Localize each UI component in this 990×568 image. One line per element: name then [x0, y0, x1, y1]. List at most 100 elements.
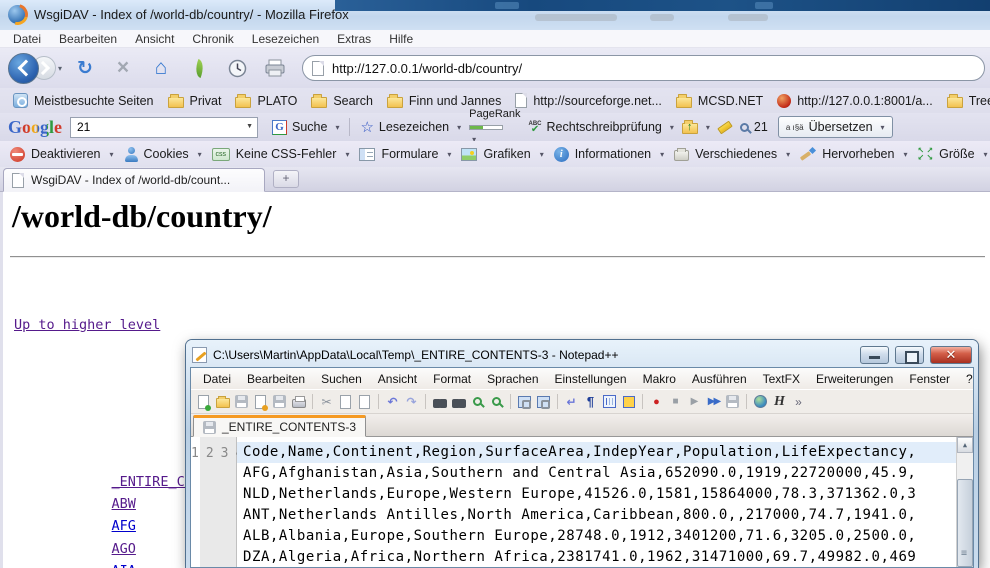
save-all-icon[interactable] [271, 393, 288, 410]
maximize-button[interactable] [895, 346, 924, 364]
menu-item[interactable]: Ansicht [370, 372, 425, 386]
firefox-titlebar[interactable]: WsgiDAV - Index of /world-db/country/ - … [0, 0, 990, 30]
translate-button[interactable]: Übersetzen [778, 116, 893, 138]
menu-item[interactable]: Datei [195, 372, 239, 386]
entry-link[interactable]: AFG [112, 518, 136, 534]
up-link[interactable]: Up to higher level [14, 317, 160, 333]
menu-item[interactable]: Makro [635, 372, 684, 386]
zoom-in-icon[interactable] [469, 393, 486, 410]
dev-css-menu[interactable]: Keine CSS-Fehler [207, 145, 355, 163]
url-text[interactable]: http://127.0.0.1/world-db/country/ [332, 61, 522, 76]
stop-button[interactable]: × [110, 56, 136, 80]
dev-resize-menu[interactable]: Größe [912, 145, 990, 163]
dev-images-menu[interactable]: Grafiken [456, 145, 548, 163]
theme-leaf-icon[interactable] [186, 60, 212, 77]
stop-macro-icon[interactable]: ■ [667, 393, 684, 410]
google-search-button[interactable]: GSuche [268, 118, 343, 137]
send-to-button[interactable] [678, 118, 714, 136]
html-preview-icon[interactable]: H [771, 393, 788, 410]
menu-item[interactable]: Lesezeichen [243, 32, 328, 46]
bookmark-item[interactable]: Search [304, 92, 380, 110]
paste-icon[interactable] [356, 393, 373, 410]
close-button[interactable] [930, 346, 972, 364]
google-bookmarks-button[interactable]: ☆Lesezeichen [356, 116, 465, 138]
bookmark-item[interactable]: MCSD.NET [669, 92, 770, 110]
browser-preview-icon[interactable] [752, 393, 769, 410]
sync-horizontal-icon[interactable] [535, 393, 552, 410]
show-symbols-icon[interactable]: ¶ [582, 393, 599, 410]
highlight-button[interactable] [714, 122, 736, 133]
print-icon[interactable] [290, 393, 307, 410]
menu-item[interactable]: Ausführen [684, 372, 755, 386]
entry-link[interactable]: ABW [112, 496, 136, 512]
dev-disable-menu[interactable]: Deaktivieren [5, 145, 119, 164]
dev-outline-menu[interactable]: Hervorheben [795, 145, 912, 164]
google-search-box[interactable] [70, 117, 258, 138]
open-file-icon[interactable] [214, 393, 231, 410]
replace-icon[interactable] [450, 393, 467, 410]
code-area[interactable]: Code,Name,Continent,Region,SurfaceArea,I… [237, 437, 956, 567]
entry-link[interactable]: AGO [112, 541, 136, 557]
undo-icon[interactable]: ↶ [384, 393, 401, 410]
menu-item[interactable]: Datei [4, 32, 50, 46]
minimize-button[interactable] [860, 346, 889, 364]
notepad-editor[interactable]: 123456 Code,Name,Continent,Region,Surfac… [191, 437, 973, 567]
menu-item[interactable]: Ansicht [126, 32, 183, 46]
dev-miscellaneous-menu[interactable]: Verschiedenes [669, 145, 795, 163]
play-macro-icon[interactable]: ▶ [686, 393, 703, 410]
redo-icon[interactable]: ↷ [403, 393, 420, 410]
bookmark-item[interactable]: http://127.0.0.1:8001/a... [770, 92, 940, 110]
menu-item[interactable]: Format [425, 372, 479, 386]
entry-link[interactable]: AIA [112, 563, 136, 568]
menu-item[interactable]: Einstellungen [547, 372, 635, 386]
url-bar[interactable]: http://127.0.0.1/world-db/country/ [302, 55, 985, 81]
zoom-out-icon[interactable] [488, 393, 505, 410]
sync-vertical-icon[interactable] [516, 393, 533, 410]
notepad-titlebar[interactable]: C:\Users\Martin\AppData\Local\Temp\_ENTI… [190, 343, 974, 367]
run-macro-multi-icon[interactable]: ▶▶ [705, 393, 722, 410]
menu-item[interactable]: Suchen [313, 372, 370, 386]
history-clock-button[interactable] [224, 59, 250, 78]
dev-information-menu[interactable]: Informationen [549, 145, 669, 164]
copy-icon[interactable] [337, 393, 354, 410]
bookmark-item[interactable]: PLATO [228, 92, 304, 110]
menu-item[interactable]: Hilfe [380, 32, 422, 46]
home-button[interactable]: ⌂ [148, 56, 174, 80]
indent-guide-icon[interactable] [601, 393, 618, 410]
record-macro-icon[interactable]: ● [648, 393, 665, 410]
menu-item[interactable]: Bearbeiten [50, 32, 126, 46]
menu-item[interactable]: ? [958, 372, 974, 386]
menu-item[interactable]: Bearbeiten [239, 372, 313, 386]
print-button[interactable] [262, 59, 288, 77]
spellcheck-button[interactable]: ABC✔Rechtschreibprüfung [525, 118, 678, 136]
history-dropdown-icon[interactable]: ▾ [58, 64, 62, 73]
menu-item[interactable]: Sprachen [479, 372, 546, 386]
google-search-input[interactable] [70, 117, 258, 138]
word-find-button[interactable]: 21 [736, 118, 772, 136]
back-button[interactable] [8, 53, 39, 84]
bookmark-item[interactable]: http://sourceforge.net... [508, 91, 669, 110]
new-file-icon[interactable] [195, 393, 212, 410]
toolbar-overflow-chevron[interactable]: » [790, 393, 807, 410]
save-icon[interactable] [233, 393, 250, 410]
menu-item[interactable]: TextFX [755, 372, 808, 386]
cut-icon[interactable]: ✂ [318, 393, 335, 410]
find-icon[interactable] [431, 393, 448, 410]
save-macro-icon[interactable] [724, 393, 741, 410]
word-wrap-icon[interactable]: ↵ [563, 393, 580, 410]
dev-cookies-menu[interactable]: Cookies [119, 145, 207, 164]
new-tab-button[interactable]: + [273, 170, 299, 188]
function-highlight-icon[interactable] [620, 393, 637, 410]
dev-forms-menu[interactable]: Formulare [354, 145, 456, 163]
notepad-active-tab[interactable]: _ENTIRE_CONTENTS-3 [193, 415, 366, 437]
scroll-up-arrow[interactable] [957, 437, 973, 453]
scrollbar-thumb[interactable] [957, 479, 973, 567]
active-tab[interactable]: WsgiDAV - Index of /world-db/count... [3, 168, 265, 192]
bookmark-item[interactable]: Tree Samples [940, 92, 990, 110]
menu-item[interactable]: Chronik [183, 32, 242, 46]
bookmark-item[interactable]: Meistbesuchte Seiten [6, 91, 161, 110]
save-copy-icon[interactable] [252, 393, 269, 410]
menu-item[interactable]: Extras [328, 32, 380, 46]
reload-button[interactable]: ↻ [72, 57, 98, 80]
bookmark-item[interactable]: Privat [161, 92, 229, 110]
